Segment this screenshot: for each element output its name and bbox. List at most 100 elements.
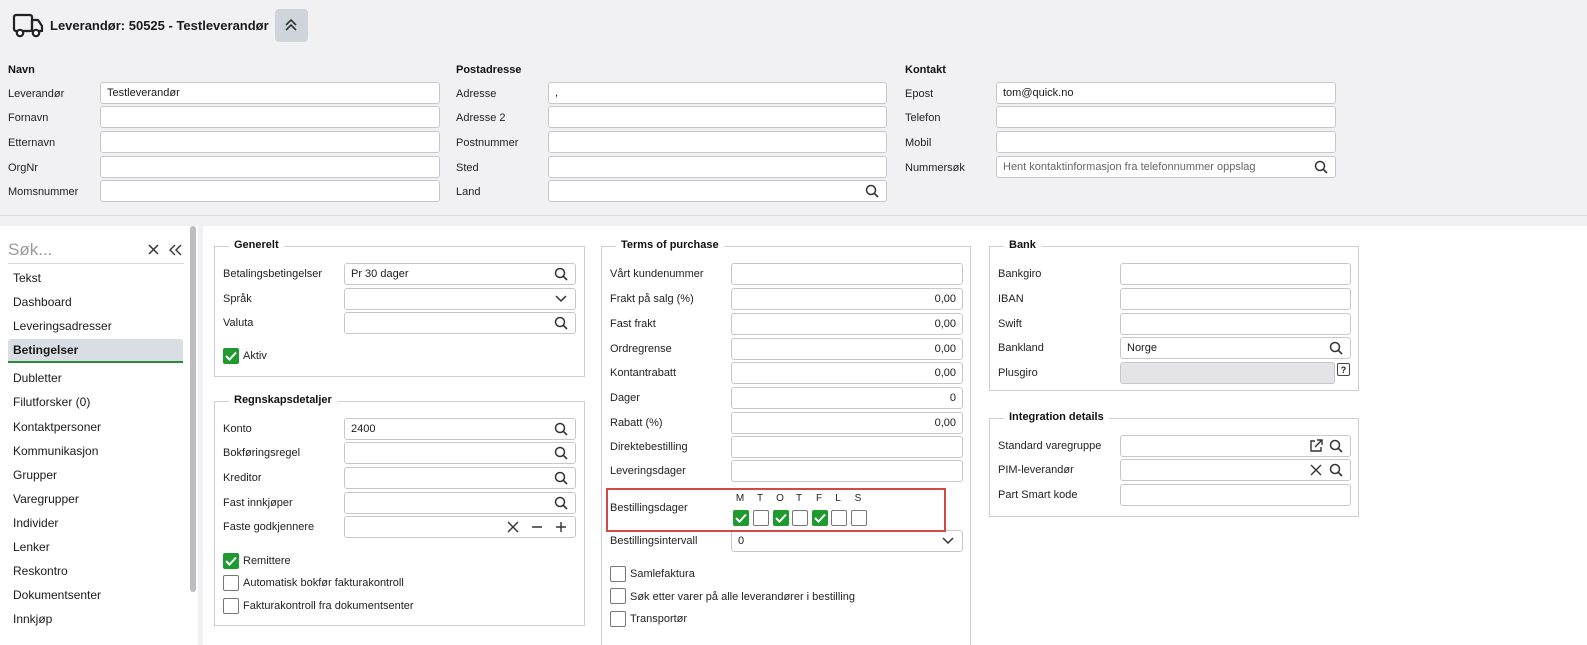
part-smart-kode-input[interactable] [1120, 484, 1351, 506]
mobil-input[interactable] [996, 131, 1336, 153]
sidebar-scrollbar[interactable] [190, 226, 196, 592]
bokforingsregel-input[interactable] [344, 442, 576, 464]
orgnr-input[interactable] [100, 156, 440, 178]
direktebestilling-input[interactable] [731, 436, 963, 458]
search-icon[interactable] [553, 495, 569, 511]
kreditor-input[interactable] [344, 467, 576, 489]
sidebar-item-filutforsker[interactable]: Filutforsker (0) [8, 390, 183, 414]
sted-input[interactable] [548, 156, 887, 178]
momsnummer-label: Momsnummer [8, 186, 79, 198]
title-row: Leverandør: 50525 - Testleverandør [12, 8, 308, 42]
remittere-checkbox[interactable] [223, 553, 239, 569]
sidebar-item-kontaktpersoner[interactable]: Kontaktpersoner [8, 415, 183, 439]
sidebar-search-input[interactable]: Søk... [8, 240, 140, 260]
minus-icon[interactable] [529, 519, 545, 535]
search-icon[interactable] [1328, 462, 1344, 478]
adresse-input[interactable]: , [548, 82, 887, 104]
adresse2-input[interactable] [548, 106, 887, 128]
frakt-pa-salg-input[interactable]: 0,00 [731, 288, 963, 310]
clear-icon[interactable] [1308, 462, 1324, 478]
search-icon[interactable] [553, 266, 569, 282]
sidebar-search[interactable]: Søk... [8, 236, 184, 264]
sidebar-item-grupper[interactable]: Grupper [8, 463, 183, 487]
search-icon[interactable] [553, 445, 569, 461]
search-icon[interactable] [553, 470, 569, 486]
plus-icon[interactable] [553, 519, 569, 535]
sidebar-item-kommunikasjon[interactable]: Kommunikasjon [8, 439, 183, 463]
iban-input[interactable] [1120, 288, 1351, 310]
sidebar-item-reskontro[interactable]: Reskontro [8, 559, 183, 583]
etternavn-input[interactable] [100, 131, 440, 153]
aktiv-checkbox[interactable] [223, 348, 239, 364]
chevron-down-icon [940, 533, 956, 549]
transportor-label: Transportør [630, 613, 688, 625]
momsnummer-input[interactable] [100, 180, 440, 202]
search-icon[interactable] [553, 315, 569, 331]
sidebar-item-individer[interactable]: Individer [8, 511, 183, 535]
postadresse-section-title: Postadresse [456, 64, 522, 76]
leverandor-input[interactable]: Testleverandør [100, 82, 440, 104]
part-smart-kode-label: Part Smart kode [998, 489, 1078, 501]
sidebar-item-leveringsadresser[interactable]: Leveringsadresser [8, 314, 183, 338]
bankland-input[interactable]: Norge [1120, 337, 1351, 359]
clear-icon[interactable] [505, 519, 521, 535]
samlefaktura-checkbox[interactable] [610, 566, 626, 582]
sidebar-item-varegrupper[interactable]: Varegrupper [8, 487, 183, 511]
integration-group: Integration details Standard varegruppe … [989, 411, 1359, 517]
postnummer-input[interactable] [548, 131, 887, 153]
leveringsdager-input[interactable] [731, 460, 963, 482]
search-icon[interactable] [553, 421, 569, 437]
transportor-checkbox[interactable] [610, 611, 626, 627]
kontantrabatt-input[interactable]: 0,00 [731, 362, 963, 384]
close-icon[interactable] [144, 241, 162, 259]
valuta-label: Valuta [223, 317, 254, 329]
pim-leverandor-input[interactable] [1120, 459, 1351, 481]
kontakt-section-title: Kontakt [905, 64, 946, 76]
sprak-select[interactable] [344, 288, 576, 310]
swift-input[interactable] [1120, 313, 1351, 335]
sidebar-item-tekst[interactable]: Tekst [8, 266, 183, 290]
ordregrense-label: Ordregrense [610, 343, 672, 355]
faste-godkjennere-input[interactable] [344, 516, 576, 538]
help-icon[interactable]: ? [1337, 363, 1350, 376]
plusgiro-input[interactable] [1120, 362, 1335, 384]
fast-innkjoper-input[interactable] [344, 492, 576, 514]
search-icon[interactable] [1313, 159, 1329, 175]
epost-input[interactable]: tom@quick.no [996, 82, 1336, 104]
sidebar-item-lenker[interactable]: Lenker [8, 535, 183, 559]
vart-kundenummer-input[interactable] [731, 263, 963, 285]
telefon-input[interactable] [996, 106, 1336, 128]
search-icon[interactable] [864, 183, 880, 199]
external-link-icon[interactable] [1308, 438, 1324, 454]
dager-input[interactable]: 0 [731, 387, 963, 409]
bankgiro-input[interactable] [1120, 263, 1351, 285]
chevron-double-left-icon[interactable] [166, 241, 184, 259]
search-icon[interactable] [1328, 438, 1344, 454]
fast-innkjoper-label: Fast innkjøper [223, 497, 293, 509]
sidebar-item-dokumentsenter[interactable]: Dokumentsenter [8, 583, 183, 607]
sidebar-item-innkjop[interactable]: Innkjøp [8, 607, 183, 631]
nummersok-input[interactable]: Hent kontaktinformasjon fra telefonnumme… [996, 156, 1336, 178]
konto-input[interactable]: 2400 [344, 418, 576, 440]
fakturakontroll-checkbox[interactable] [223, 598, 239, 614]
auto-bokfor-checkbox[interactable] [223, 575, 239, 591]
fornavn-input[interactable] [100, 106, 440, 128]
rabatt-input[interactable]: 0,00 [731, 412, 963, 434]
fast-frakt-input[interactable]: 0,00 [731, 313, 963, 335]
search-icon[interactable] [1328, 340, 1344, 356]
valuta-input[interactable] [344, 312, 576, 334]
chevron-down-icon [553, 291, 569, 307]
standard-varegruppe-input[interactable] [1120, 435, 1351, 457]
sidebar-item-betingelser[interactable]: Betingelser [8, 339, 183, 363]
collapse-header-button[interactable] [274, 8, 308, 42]
bestillingsintervall-select[interactable]: 0 [731, 530, 963, 552]
betalingsbetingelser-input[interactable]: Pr 30 dager [344, 263, 576, 285]
terms-title: Terms of purchase [616, 239, 724, 251]
sidebar-item-dubletter[interactable]: Dubletter [8, 366, 183, 390]
land-input[interactable] [548, 180, 887, 202]
nummersok-label: Nummersøk [905, 162, 965, 174]
sok-varer-checkbox[interactable] [610, 588, 626, 604]
sidebar-item-dashboard[interactable]: Dashboard [8, 290, 183, 314]
ordregrense-input[interactable]: 0,00 [731, 338, 963, 360]
direktebestilling-label: Direktebestilling [610, 441, 688, 453]
